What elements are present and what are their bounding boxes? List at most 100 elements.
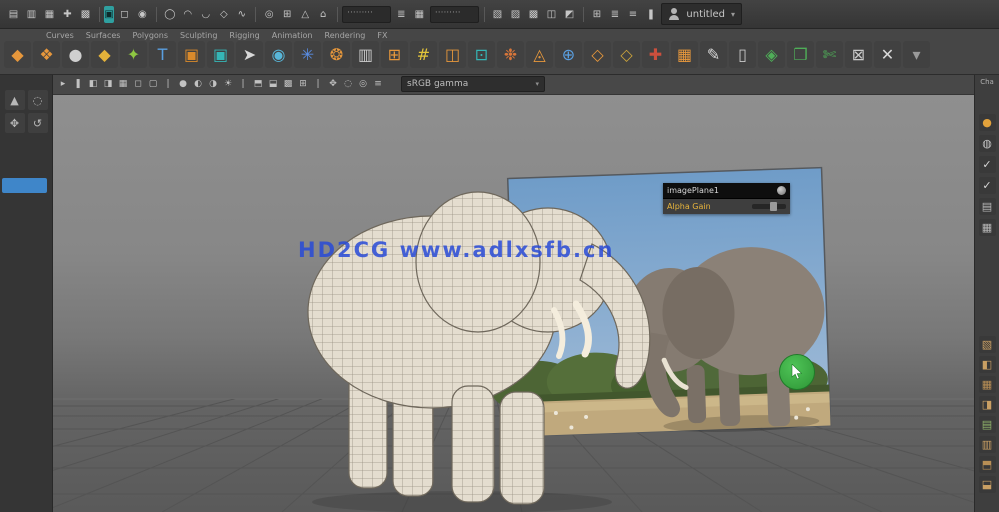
shelf-tab[interactable]: Sculpting [180, 31, 217, 40]
shelf-tool-icon[interactable]: ⊞ [381, 41, 408, 68]
viewport-display-icon[interactable]: ▩ [282, 77, 294, 92]
sidebar-icon[interactable]: ● [978, 114, 996, 131]
shelf-tool-icon[interactable]: ◇ [613, 41, 640, 68]
shelf-tab[interactable]: FX [377, 31, 387, 40]
sidebar-icon[interactable]: ⬓ [978, 476, 996, 493]
viewport-display-icon[interactable]: ▢ [147, 77, 159, 92]
shelf-tool-icon[interactable]: ▣ [207, 41, 234, 68]
hud-options-icon[interactable] [777, 186, 786, 195]
hud-title-bar[interactable]: imagePlane1 [663, 183, 790, 198]
shelf-tool-icon[interactable]: ▾ [903, 41, 930, 68]
perspective-viewport[interactable]: ▸ ❚ ◧ ◨ ▦ ◻ ▢ | ● ◐ ◑ ☀ | ⬒ ⬓ ▩ ⊞ | ✥ ◌ ◎ ≡ sRGB gamma ▾ [52, 74, 975, 512]
viewport-display-icon[interactable]: ☀ [222, 77, 234, 92]
transform-tool-icon[interactable]: ◌ [27, 90, 48, 110]
viewport-display-icon[interactable]: ◧ [87, 77, 99, 92]
shelf-tab[interactable]: Curves [46, 31, 74, 40]
selection-mode-icon[interactable]: ◻ [116, 6, 133, 23]
viewport-display-icon[interactable]: | [162, 77, 174, 92]
snap-icon[interactable]: ◎ [261, 6, 278, 23]
viewport-display-icon[interactable]: ⬒ [252, 77, 264, 92]
snap-icon[interactable]: △ [297, 6, 314, 23]
transform-tool-icon[interactable]: ↺ [27, 113, 48, 133]
viewport-display-icon[interactable]: ⊞ [297, 77, 309, 92]
selected-layout-button[interactable] [2, 178, 47, 193]
sidebar-icon[interactable]: ▤ [978, 416, 996, 433]
shelf-tab[interactable]: Animation [272, 31, 313, 40]
color-management-dropdown[interactable]: sRGB gamma ▾ [401, 76, 545, 92]
viewport-display-icon[interactable]: ❚ [72, 77, 84, 92]
render-icon[interactable]: ▨ [507, 6, 524, 23]
shelf-tool-icon[interactable]: ◫ [439, 41, 466, 68]
shelf-tool-icon[interactable]: ⊕ [555, 41, 582, 68]
render-icon[interactable]: ▧ [489, 6, 506, 23]
shelf-tool-icon[interactable]: ➤ [236, 41, 263, 68]
curve-tool-icon[interactable]: ◇ [215, 6, 232, 23]
shelf-tab[interactable]: Rendering [325, 31, 366, 40]
sidebar-icon[interactable]: ◨ [978, 396, 996, 413]
viewport-display-icon[interactable]: ◐ [192, 77, 204, 92]
shelf-tab[interactable]: Rigging [229, 31, 259, 40]
file-icon[interactable]: ✚ [59, 6, 76, 23]
hud-attribute-row[interactable]: Alpha Gain [663, 198, 790, 214]
character-set-dropdown[interactable]: untitled ▾ [661, 3, 743, 25]
selection-mode-icon[interactable]: ◉ [134, 6, 151, 23]
sidebar-toggle-icon[interactable]: ⊞ [588, 6, 605, 23]
viewport-display-icon[interactable]: | [237, 77, 249, 92]
sidebar-icon[interactable]: ▥ [978, 436, 996, 453]
shelf-tool-icon[interactable]: ❂ [323, 41, 350, 68]
sidebar-icon[interactable]: ✓ [978, 177, 996, 194]
viewport-display-icon[interactable]: ◌ [342, 77, 354, 92]
sidebar-icon[interactable]: ▦ [978, 376, 996, 393]
sidebar-toggle-icon[interactable]: ❚ [642, 6, 659, 23]
shelf-tab[interactable]: Surfaces [86, 31, 121, 40]
history-icon[interactable]: ≣ [393, 6, 410, 23]
viewport-display-icon[interactable]: ⬓ [267, 77, 279, 92]
viewport-display-icon[interactable]: ● [177, 77, 189, 92]
active-mode-icon[interactable]: ▣ [104, 5, 114, 23]
viewport-display-icon[interactable]: ◻ [132, 77, 144, 92]
shelf-tool-icon[interactable]: ❒ [787, 41, 814, 68]
file-icon[interactable]: ▤ [5, 6, 22, 23]
viewport-display-icon[interactable]: ◎ [357, 77, 369, 92]
transform-tool-icon[interactable]: ▲ [4, 90, 25, 110]
viewport-display-icon[interactable]: ◨ [102, 77, 114, 92]
shelf-tool-icon[interactable]: ✄ [816, 41, 843, 68]
shelf-tool-icon[interactable]: ❉ [497, 41, 524, 68]
snap-icon[interactable]: ⌂ [315, 6, 332, 23]
snap-icon[interactable]: ⊞ [279, 6, 296, 23]
sidebar-icon[interactable]: ◍ [978, 135, 996, 152]
shelf-tool-icon[interactable]: ❖ [33, 41, 60, 68]
sidebar-icon[interactable]: ⬒ [978, 456, 996, 473]
shelf-tab[interactable]: Polygons [132, 31, 168, 40]
curve-tool-icon[interactable]: ◠ [179, 6, 196, 23]
quick-select-field[interactable]: ········· [342, 5, 391, 23]
channel-box-tab[interactable]: Cha [975, 74, 999, 86]
sidebar-toggle-icon[interactable]: ≡ [624, 6, 641, 23]
sidebar-icon[interactable]: ✓ [978, 156, 996, 173]
shelf-tool-icon[interactable]: # [410, 41, 437, 68]
sidebar-toggle-icon[interactable]: ≣ [606, 6, 623, 23]
file-icon[interactable]: ▩ [77, 6, 94, 23]
viewport-display-icon[interactable]: | [312, 77, 324, 92]
shelf-tool-icon[interactable]: ◇ [584, 41, 611, 68]
curve-tool-icon[interactable]: ◯ [161, 6, 178, 23]
shelf-tool-icon[interactable]: ▥ [352, 41, 379, 68]
hud-panel[interactable]: imagePlane1 Alpha Gain [663, 183, 790, 214]
shelf-tool-icon[interactable]: ◈ [758, 41, 785, 68]
shelf-tool-icon[interactable]: ▣ [178, 41, 205, 68]
shelf-tool-icon[interactable]: ▦ [671, 41, 698, 68]
rename-field[interactable]: ········· [429, 5, 479, 23]
render-icon[interactable]: ◩ [561, 6, 578, 23]
sidebar-icon[interactable]: ▧ [978, 336, 996, 353]
file-icon[interactable]: ▥ [23, 6, 40, 23]
shelf-tool-icon[interactable]: ✦ [120, 41, 147, 68]
shelf-tool-icon[interactable]: ◬ [526, 41, 553, 68]
hud-attribute-slider[interactable] [752, 202, 786, 211]
shelf-tool-icon[interactable]: T [149, 41, 176, 68]
render-icon[interactable]: ◫ [543, 6, 560, 23]
shelf-tool-icon[interactable]: ⊠ [845, 41, 872, 68]
viewport-display-icon[interactable]: ✥ [327, 77, 339, 92]
shelf-tool-icon[interactable]: ● [62, 41, 89, 68]
viewport-display-icon[interactable]: ▦ [117, 77, 129, 92]
shelf-tool-icon[interactable]: ◆ [4, 41, 31, 68]
